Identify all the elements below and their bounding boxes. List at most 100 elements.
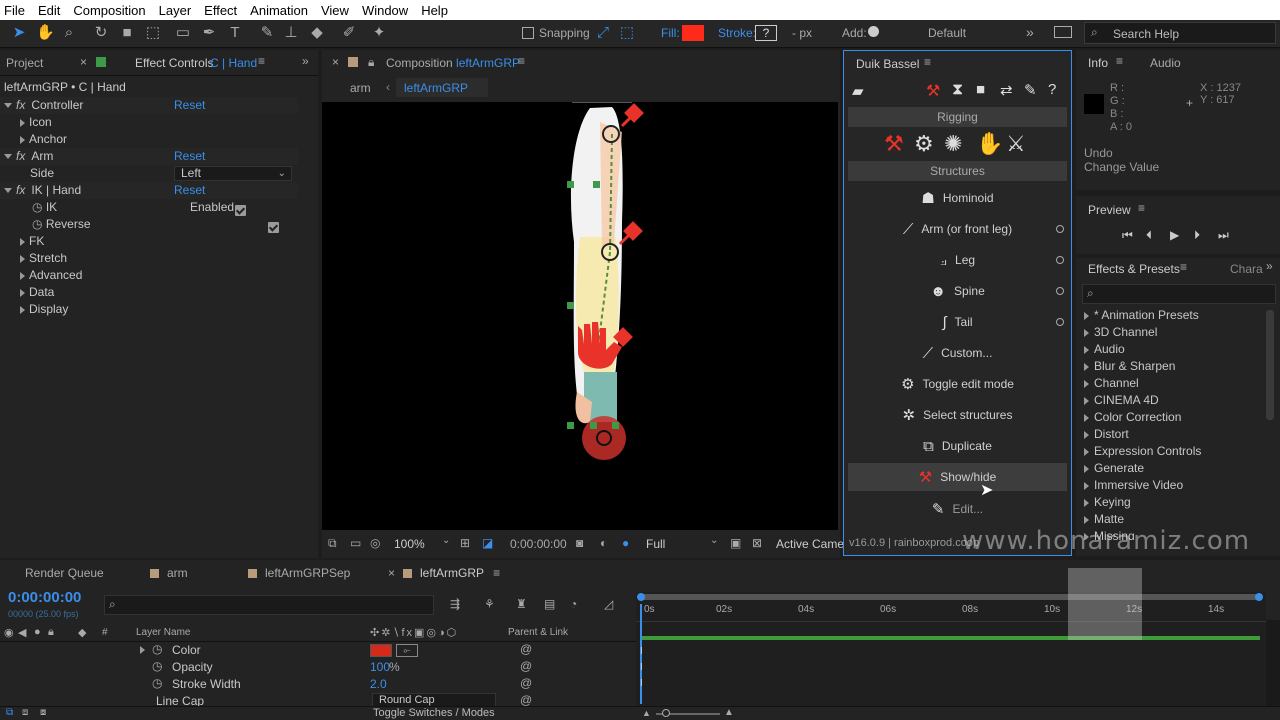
previous-frame-icon[interactable]: ⏴: [1146, 228, 1152, 243]
ik-enabled-checkbox[interactable]: [234, 205, 246, 217]
pickwhip-icon[interactable]: @: [520, 676, 532, 690]
effect-category[interactable]: * Animation Presets: [1084, 307, 1199, 324]
spine-button[interactable]: ☻ Spine: [848, 277, 1067, 305]
tab-audio[interactable]: Audio: [1150, 56, 1181, 70]
breadcrumb-arm[interactable]: arm: [350, 81, 371, 95]
work-area-bar[interactable]: [637, 593, 1263, 601]
workspace-label[interactable]: Default: [928, 26, 966, 40]
transfer-controls-icon[interactable]: ⧈: [22, 707, 28, 718]
camera-tool-icon[interactable]: ■: [118, 24, 136, 42]
time-ruler[interactable]: 0s 02s 04s 06s 08s 10s 12s 14s: [636, 602, 1266, 622]
selection-tool-icon[interactable]: ➤: [10, 24, 28, 42]
pan-behind-tool-icon[interactable]: ⬚: [144, 24, 162, 42]
layer-duration-bar[interactable]: [640, 636, 1260, 640]
stopwatch-icon[interactable]: ◷: [152, 642, 162, 656]
effect-controller[interactable]: fx Controller Reset: [0, 97, 298, 114]
effect-category[interactable]: Keying: [1084, 494, 1131, 511]
menu-window[interactable]: Window: [362, 3, 408, 18]
data-group[interactable]: Data: [0, 284, 298, 301]
pickwhip-icon[interactable]: @: [520, 659, 532, 673]
eraser-tool-icon[interactable]: ◆: [308, 24, 326, 42]
show-hide-button[interactable]: ⚒ Show/hide: [848, 463, 1067, 491]
collapse-icon[interactable]: [4, 103, 12, 109]
leg-button[interactable]: ⟓ Leg: [848, 246, 1067, 274]
panel-menu-icon[interactable]: ≡: [1138, 201, 1145, 215]
menu-layer[interactable]: Layer: [159, 3, 192, 18]
eyedropper-icon[interactable]: ⟜: [396, 644, 418, 657]
display-group[interactable]: Display: [0, 301, 298, 318]
property-row-opacity[interactable]: ◷ Opacity 100 % @: [0, 659, 636, 676]
effect-category[interactable]: 3D Channel: [1084, 324, 1157, 341]
property-row-line-cap[interactable]: Line Cap Round Cap @: [0, 693, 636, 706]
effect-category[interactable]: Blur & Sharpen: [1084, 358, 1175, 375]
bones-icon[interactable]: ⚔: [1006, 131, 1026, 157]
tools-tab-icon[interactable]: ✎: [1024, 81, 1037, 99]
tab-effect-controls[interactable]: Effect Controls: [135, 56, 213, 70]
stopwatch-icon[interactable]: ◷: [152, 676, 162, 690]
visibility-column-icon[interactable]: ◉: [4, 626, 14, 639]
auto-rig-icon[interactable]: ✺: [944, 131, 962, 157]
work-area-start-handle[interactable]: [637, 593, 645, 601]
toggle-edit-mode-button[interactable]: ⚙ Toggle edit mode: [848, 370, 1067, 398]
fx-icon[interactable]: fx: [16, 98, 25, 112]
stroke-swatch[interactable]: ?: [755, 25, 777, 41]
close-icon[interactable]: ×: [388, 566, 395, 580]
frame-blending-icon[interactable]: ▤: [544, 597, 555, 611]
transparency-grid-icon[interactable]: ⊠: [752, 536, 762, 550]
stamp-tool-icon[interactable]: ⊥: [282, 24, 300, 42]
fill-swatch[interactable]: [682, 25, 704, 41]
effect-category[interactable]: CINEMA 4D: [1084, 392, 1159, 409]
panel-menu-icon[interactable]: ≡: [1180, 260, 1187, 274]
expand-icon[interactable]: [20, 237, 25, 246]
help-icon[interactable]: ?: [1048, 81, 1056, 98]
keyframe-marker[interactable]: I: [640, 678, 643, 689]
draft-3d-icon[interactable]: ⚘: [484, 597, 495, 611]
expand-icon[interactable]: [20, 271, 25, 280]
controllers-icon[interactable]: ✋: [976, 131, 1003, 157]
layer-switches-icon[interactable]: ⧉: [6, 707, 13, 718]
options-icon[interactable]: [1056, 318, 1064, 326]
puppet-tool-icon[interactable]: ✦: [370, 24, 388, 42]
camera-dropdown[interactable]: Active Came: [776, 537, 844, 551]
line-cap-dropdown[interactable]: Round Cap: [372, 693, 496, 706]
roto-tool-icon[interactable]: ✐: [340, 24, 358, 42]
tab-character[interactable]: Chara: [1230, 262, 1263, 276]
region-of-interest-icon[interactable]: ◪: [482, 536, 493, 550]
select-structures-button[interactable]: ✲ Select structures: [848, 401, 1067, 429]
panel-menu-icon[interactable]: ≡: [493, 566, 500, 580]
structures-icon[interactable]: ⚒: [884, 131, 904, 157]
toggle-switches-modes[interactable]: Toggle Switches / Modes: [373, 707, 495, 719]
stroke-width-value[interactable]: - px: [792, 26, 812, 40]
tab-info[interactable]: Info: [1088, 56, 1108, 70]
monitor-icon[interactable]: ▭: [350, 536, 361, 550]
effect-category[interactable]: Color Correction: [1084, 409, 1181, 426]
mask-visibility-icon[interactable]: ◎: [370, 536, 380, 550]
panel-menu-icon[interactable]: ≡: [258, 54, 265, 68]
rotate-tool-icon[interactable]: ↻: [92, 24, 110, 42]
edit-button[interactable]: ✎ Edit...: [848, 495, 1067, 523]
reset-link[interactable]: Reset: [174, 148, 205, 165]
panel-overflow-icon[interactable]: »: [1266, 259, 1273, 273]
in-out-icon[interactable]: ⧇: [40, 707, 46, 718]
audio-column-icon[interactable]: ◀: [18, 626, 26, 639]
menu-help[interactable]: Help: [421, 3, 448, 18]
tab-leftarmgrp[interactable]: × leftArmGRP ≡: [388, 566, 500, 580]
menu-file[interactable]: File: [4, 3, 25, 18]
sync-settings-icon[interactable]: [1054, 26, 1072, 38]
lock-icon[interactable]: 🔒︎: [368, 55, 374, 70]
first-frame-icon[interactable]: ⏮: [1122, 228, 1133, 243]
timeline-track-area[interactable]: 0s 02s 04s 06s 08s 10s 12s 14s I I I: [636, 592, 1266, 706]
fx-icon[interactable]: fx: [16, 183, 25, 197]
expand-icon[interactable]: [20, 254, 25, 263]
fx-icon[interactable]: fx: [16, 149, 25, 163]
graph-editor-icon[interactable]: ◿: [604, 597, 613, 611]
camera-tab-icon[interactable]: ■: [976, 81, 985, 98]
label-column-icon[interactable]: ◆: [78, 626, 86, 639]
menu-effect[interactable]: Effect: [204, 3, 237, 18]
add-menu-icon[interactable]: [868, 26, 879, 37]
play-icon[interactable]: ▶: [1170, 228, 1179, 242]
side-dropdown[interactable]: Left ⌄: [174, 166, 292, 181]
effect-category[interactable]: Expression Controls: [1084, 443, 1201, 460]
effect-category[interactable]: Generate: [1084, 460, 1144, 477]
reset-link[interactable]: Reset: [174, 182, 205, 199]
